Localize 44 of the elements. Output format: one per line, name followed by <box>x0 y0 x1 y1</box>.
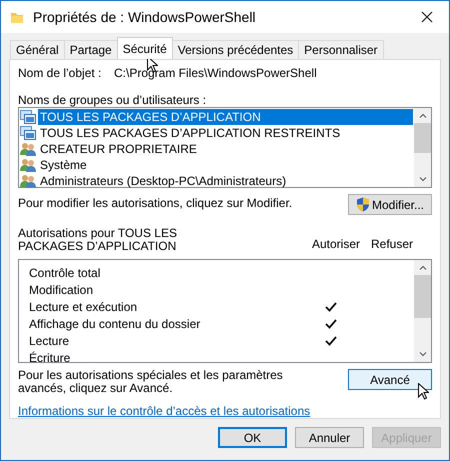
column-header: Refuser <box>370 237 414 252</box>
dialog-button[interactable]: Annuler <box>295 427 364 448</box>
window-stack-icon <box>20 126 36 140</box>
list-item[interactable]: TOUS LES PACKAGES D’APPLICATION RESTREINTS <box>20 125 413 142</box>
list-item[interactable]: CREATEUR PROPRIETAIRE <box>20 141 413 158</box>
help-link[interactable]: Informations sur le contrôle d’accès et les autorisations <box>18 404 310 418</box>
close-icon <box>421 11 433 23</box>
list-item[interactable]: Système <box>20 157 413 174</box>
tab[interactable]: Sécurité <box>116 37 173 59</box>
window-title: Propriétés de : WindowsPowerShell <box>33 9 257 25</box>
tab[interactable]: Général <box>10 40 65 59</box>
tab[interactable]: Personnaliser <box>298 40 384 59</box>
chevron-down-icon <box>418 352 426 358</box>
permission-name: Lecture <box>29 334 70 348</box>
window-stack-icon <box>20 110 36 124</box>
users-icon <box>20 174 36 188</box>
object-label: Nom de l’objet : <box>18 66 102 80</box>
modify-button[interactable]: Modifier... <box>348 194 432 216</box>
users-icon <box>20 158 36 172</box>
shield-icon <box>356 197 370 212</box>
dialog-button[interactable]: OK <box>218 427 287 448</box>
groups-label: Noms de groupes ou d’utilisateurs : <box>18 93 208 108</box>
tab[interactable]: Versions précédentes <box>172 40 300 59</box>
scrollbar[interactable] <box>414 260 431 362</box>
chevron-up-icon <box>418 113 426 118</box>
folder-icon <box>10 10 24 24</box>
permission-name: Écriture <box>29 350 72 362</box>
permission-name: Contrôle total <box>29 266 102 280</box>
instruction-text: Pour les autorisations spéciales et les paramètres avancés, cliquez sur Avancé. <box>18 367 284 396</box>
scrollbar[interactable] <box>414 108 431 188</box>
permission-name: Modification <box>29 282 94 297</box>
object-path: C:\Program Files\WindowsPowerShell <box>114 66 317 80</box>
permission-name: Lecture et exécution <box>29 300 138 314</box>
advanced-button[interactable]: Avancé <box>348 369 432 390</box>
chevron-down-icon <box>418 177 426 182</box>
users-icon <box>20 142 36 156</box>
chevron-up-icon <box>418 265 426 270</box>
instruction-text: Pour modifier les autorisations, cliquez sur Modifier. <box>18 195 292 210</box>
permissions-label: Autorisations pour TOUS LES PACKAGES D’APPLICATION <box>18 227 178 254</box>
permission-name: Affichage du contenu du dossier <box>29 316 202 331</box>
tab[interactable]: Partage <box>64 40 118 59</box>
column-header: Autoriser <box>310 237 362 252</box>
mouse-pointer-icon <box>418 383 429 400</box>
list-item[interactable]: Administrateurs (Desktop-PC\Administrateurs) <box>20 173 413 190</box>
